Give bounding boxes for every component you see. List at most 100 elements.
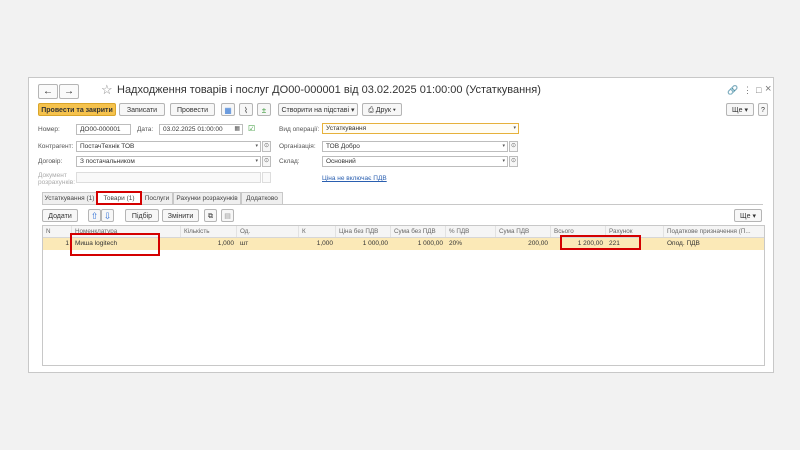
arrow-left-icon: ←: [43, 86, 53, 97]
move-up-button[interactable]: ⇧: [88, 209, 101, 222]
move-down-button[interactable]: ⇩: [101, 209, 114, 222]
organization-field[interactable]: ТОВ Добро ▾: [322, 141, 508, 152]
arrow-right-icon: →: [64, 86, 74, 97]
favorite-star-icon[interactable]: ☆: [101, 82, 113, 98]
create-based-on-button[interactable]: Створити на підставі ▾: [278, 103, 358, 116]
chevron-down-icon: ▾: [502, 158, 505, 164]
page-title: Надходження товарів і послуг ДО00-000001…: [117, 84, 541, 96]
operation-type-value: Устаткування: [326, 125, 367, 132]
more-vertical-icon[interactable]: ⋮: [743, 85, 752, 96]
open-link-icon: ⊙: [510, 158, 517, 164]
cell-sum[interactable]: 1 000,00: [391, 238, 446, 250]
post-and-close-button[interactable]: Провести та закрити: [38, 103, 116, 116]
date-field[interactable]: 03.02.2025 01:00:00 ▦: [159, 124, 243, 135]
help-button[interactable]: ?: [758, 103, 768, 116]
add-row-button[interactable]: Додати: [42, 209, 78, 222]
cell-k[interactable]: 1,000: [299, 238, 336, 250]
col-header-price[interactable]: Ціна без ПДВ: [336, 226, 391, 237]
col-header-vat-rate[interactable]: % ПДВ: [446, 226, 496, 237]
paperclip-icon: ⌇: [244, 106, 248, 115]
contract-value: З постачальником: [80, 158, 135, 165]
contract-field[interactable]: З постачальником ▾: [76, 156, 261, 167]
print-label: Друк: [375, 107, 391, 114]
cell-tax-purpose[interactable]: Опод. ПДВ: [664, 238, 764, 250]
col-header-sum[interactable]: Сума без ПДВ: [391, 226, 446, 237]
create-based-on-label: Створити на підставі: [281, 107, 350, 114]
warehouse-field[interactable]: Основний ▾: [322, 156, 508, 167]
col-header-quantity[interactable]: Кількість: [181, 226, 237, 237]
settlement-doc-field: [76, 172, 261, 183]
date-label: Дата:: [137, 126, 154, 133]
save-button[interactable]: Записати: [119, 103, 165, 116]
print-button[interactable]: ⎙ Друк ▾: [362, 103, 402, 116]
contract-open-button[interactable]: ⊙: [262, 156, 271, 167]
vat-settings-link[interactable]: Ціна не включає ПДВ: [322, 175, 387, 182]
operation-type-select[interactable]: Устаткування ▾: [322, 123, 519, 134]
open-link-icon: ⊙: [263, 158, 270, 164]
calendar-check-icon[interactable]: ☑: [248, 124, 255, 133]
contractor-open-button[interactable]: ⊙: [262, 141, 271, 152]
number-field[interactable]: ДО00-000001: [76, 124, 131, 135]
printer-icon: ⎙: [368, 107, 374, 114]
organization-value: ТОВ Добро: [326, 143, 360, 150]
movements-button[interactable]: ±: [257, 103, 271, 116]
chevron-down-icon: ▾: [351, 107, 355, 114]
col-header-vat-sum[interactable]: Сума ПДВ: [496, 226, 551, 237]
cell-unit[interactable]: шт: [237, 238, 299, 250]
pick-button[interactable]: Підбір: [125, 209, 159, 222]
operation-type-label: Вид операції:: [279, 126, 320, 133]
table-more-button[interactable]: Ще ▾: [734, 209, 762, 222]
post-button[interactable]: Провести: [170, 103, 215, 116]
cell-vat-rate[interactable]: 20%: [446, 238, 496, 250]
contract-label: Договір:: [38, 158, 63, 165]
calendar-icon[interactable]: ▦: [234, 125, 240, 134]
maximize-icon[interactable]: □: [756, 85, 761, 95]
more-label: Ще: [732, 107, 743, 114]
change-button[interactable]: Змінити: [162, 209, 199, 222]
paste-icon: ▤: [224, 213, 231, 220]
col-header-unit[interactable]: Од.: [237, 226, 299, 237]
warehouse-value: Основний: [326, 158, 356, 165]
settlement-doc-label-2: розрахунків:: [38, 179, 76, 186]
col-header-k[interactable]: К: [299, 226, 336, 237]
copy-button[interactable]: ⧉: [204, 209, 217, 222]
back-button[interactable]: ←: [38, 84, 58, 99]
tab-equipment[interactable]: Устаткування (1): [42, 192, 97, 204]
chevron-down-icon: ▾: [255, 158, 258, 164]
chevron-down-icon: ▾: [513, 125, 516, 131]
cell-vat-sum[interactable]: 200,00: [496, 238, 551, 250]
warehouse-open-button[interactable]: ⊙: [509, 156, 518, 167]
tab-settlement-accounts[interactable]: Рахунки розрахунків: [173, 192, 241, 204]
organization-label: Організація:: [279, 143, 316, 150]
link-icon[interactable]: 🔗: [727, 85, 738, 96]
more-button[interactable]: Ще ▾: [726, 103, 754, 116]
contractor-value: ПостачТехнік ТОВ: [80, 143, 135, 150]
tab-services[interactable]: Послуги: [141, 192, 173, 204]
close-icon[interactable]: ×: [765, 83, 771, 95]
contractor-field[interactable]: ПостачТехнік ТОВ ▾: [76, 141, 261, 152]
highlight-box-total-account: [560, 235, 641, 250]
chevron-down-icon: ▾: [744, 107, 748, 114]
attach-button[interactable]: ⌇: [239, 103, 253, 116]
arrow-up-icon: ⇧: [90, 211, 99, 221]
chevron-down-icon: ▾: [502, 143, 505, 149]
chevron-down-icon: ▾: [392, 107, 396, 114]
report-button[interactable]: ▦: [221, 103, 235, 116]
dt-kt-icon: ±: [261, 106, 267, 115]
cell-price[interactable]: 1 000,00: [336, 238, 391, 250]
warehouse-label: Склад:: [279, 158, 300, 165]
organization-open-button[interactable]: ⊙: [509, 141, 518, 152]
chevron-down-icon: ▾: [752, 213, 756, 220]
open-link-icon: ⊙: [510, 143, 517, 149]
settlement-doc-open-button: [262, 172, 271, 183]
chevron-down-icon: ▾: [255, 143, 258, 149]
paste-button[interactable]: ▤: [221, 209, 234, 222]
date-value: 03.02.2025 01:00:00: [163, 126, 223, 133]
cell-quantity[interactable]: 1,000: [181, 238, 237, 250]
settlement-doc-label: Документ: [38, 172, 67, 179]
col-header-tax-purpose[interactable]: Податкове призначення (П...: [664, 226, 764, 237]
tab-additional[interactable]: Додатково: [241, 192, 283, 204]
forward-button[interactable]: →: [59, 84, 79, 99]
col-header-n[interactable]: N: [43, 226, 72, 237]
contractor-label: Контрагент:: [38, 143, 74, 150]
